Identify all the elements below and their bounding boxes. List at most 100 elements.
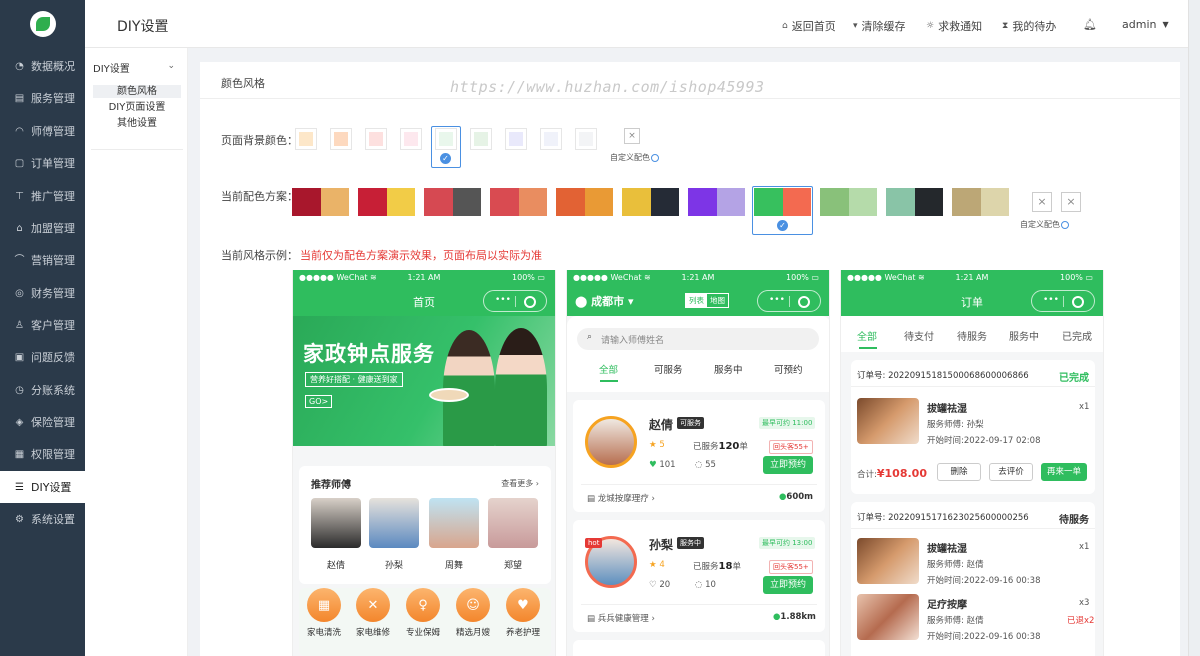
tab-in-service[interactable]: 服务中	[1009, 328, 1039, 343]
master-card[interactable]: hot 孙梨 服务中 最早可约 13:00 ★ 4 已服务18单 回头客55+ …	[573, 520, 825, 632]
color-scheme-option[interactable]	[688, 188, 745, 216]
sidebar-item-finance[interactable]: ◎ 财务管理	[0, 277, 85, 309]
tab-all[interactable]: 全部	[599, 362, 618, 376]
custom-scheme-label[interactable]: 自定义配色	[1020, 219, 1069, 230]
tab-available[interactable]: 可服务	[654, 362, 683, 376]
color-scheme-option[interactable]	[886, 188, 943, 216]
subnav-item-color-style[interactable]: 颜色风格	[93, 85, 181, 98]
washer-icon[interactable]: ▦	[307, 588, 341, 622]
master-avatar[interactable]	[369, 498, 419, 548]
mini-capsule[interactable]: •••	[483, 290, 547, 312]
order-card[interactable]: 订单号: 20220915171623025600000256 待服务 拔罐祛湿…	[851, 502, 1095, 656]
color-scheme-option[interactable]	[556, 188, 613, 216]
clear-cache-link[interactable]: ▾ 清除缓存	[853, 18, 906, 34]
master-avatar[interactable]	[488, 498, 538, 548]
custom-scheme-close-icon-1[interactable]: ×	[1032, 192, 1052, 212]
subnav-item-other[interactable]: 其他设置	[93, 117, 181, 130]
babysitter-icon[interactable]: ☺	[456, 588, 490, 622]
sidebar-item-split[interactable]: ◷ 分账系统	[0, 374, 85, 406]
tab-all[interactable]: 全部	[857, 328, 877, 343]
user-menu[interactable]: admin ▼	[1122, 18, 1169, 31]
banner-go-button[interactable]: GO>	[305, 395, 333, 408]
color-scheme-option[interactable]	[292, 188, 349, 216]
sidebar-item-masters[interactable]: ◠ 师傅管理	[0, 115, 85, 147]
rec-more-link[interactable]: 查看更多 ›	[501, 478, 539, 489]
sidebar-item-marketing[interactable]: ⌒ 营销管理	[0, 244, 85, 276]
bell-button[interactable]: 🔔︎	[1083, 18, 1101, 31]
bg-color-swatch[interactable]	[575, 128, 597, 150]
sidebar-item-data-overview[interactable]: ◔ 数据概况	[0, 50, 85, 82]
watermark: https://www.huzhan.com/ishop45993	[450, 78, 765, 96]
order-card[interactable]: 订单号: 20220915181500068600006866 已完成 拔罐祛湿…	[851, 360, 1095, 494]
elder-care-icon[interactable]: ♥	[506, 588, 540, 622]
toggle-map[interactable]: 地图	[707, 294, 728, 307]
mini-capsule[interactable]: •••	[757, 290, 821, 312]
review-button[interactable]: 去评价	[989, 463, 1033, 481]
reorder-button[interactable]: 再来一单	[1041, 463, 1087, 481]
bg-color-swatch[interactable]	[505, 128, 527, 150]
book-now-button[interactable]: 立即预约	[763, 576, 813, 594]
master-card[interactable]: 赵倩 可服务 最早可约 11:00 ★ 5 已服务120单 回头客55+ ♥ 1…	[573, 400, 825, 512]
color-scheme-option[interactable]	[952, 188, 1009, 216]
sidebar-item-insurance[interactable]: ◈ 保险管理	[0, 406, 85, 438]
bg-color-swatch[interactable]	[400, 128, 422, 150]
custom-bg-close-icon[interactable]: ×	[624, 128, 640, 144]
color-scheme-option[interactable]	[490, 188, 547, 216]
chevron-down-icon[interactable]: ⌄	[167, 61, 175, 71]
book-now-button[interactable]: 立即预约	[763, 456, 813, 474]
master-avatar[interactable]	[311, 498, 361, 548]
wrench-icon[interactable]: ✕	[356, 588, 390, 622]
more-icon[interactable]: •••	[1043, 295, 1059, 305]
bg-color-swatch[interactable]	[540, 128, 562, 150]
bg-color-swatch[interactable]	[470, 128, 492, 150]
close-circle-icon[interactable]	[524, 296, 536, 308]
sidebar-item-franchise[interactable]: ⌂ 加盟管理	[0, 212, 85, 244]
sidebar-item-system[interactable]: ⚙ 系统设置	[0, 503, 85, 535]
color-scheme-option[interactable]	[424, 188, 481, 216]
sidebar-item-orders[interactable]: ▢ 订单管理	[0, 147, 85, 179]
nanny-icon[interactable]: ♀	[406, 588, 440, 622]
shop-link[interactable]: ▤ 兵兵健康管理 ›	[587, 612, 655, 624]
sidebar-item-customers[interactable]: ♙ 客户管理	[0, 309, 85, 341]
shop-link[interactable]: ▤ 龙城按摩理疗 ›	[587, 492, 655, 504]
custom-scheme-radio[interactable]	[1061, 220, 1069, 229]
bg-color-swatch[interactable]	[365, 128, 387, 150]
subnav-item-diy-page[interactable]: DIY页面设置	[93, 101, 181, 114]
tab-bookable[interactable]: 可预约	[774, 362, 803, 376]
home-link[interactable]: ⌂ 返回首页	[782, 18, 836, 34]
bg-color-swatch[interactable]	[330, 128, 352, 150]
hero-banner[interactable]: 家政钟点服务 营养好搭配 · 健康送到家 GO>	[293, 316, 555, 446]
mini-capsule[interactable]: •••	[1031, 290, 1095, 312]
sidebar-item-feedback[interactable]: ▣ 问题反馈	[0, 341, 85, 373]
delete-button[interactable]: 删除	[937, 463, 981, 481]
tab-pending-payment[interactable]: 待支付	[904, 328, 934, 343]
sidebar-item-services[interactable]: ▤ 服务管理	[0, 82, 85, 114]
master-card[interactable]	[573, 640, 825, 656]
sidebar-item-promotion[interactable]: ⊤ 推广管理	[0, 180, 85, 212]
custom-bg-label[interactable]: 自定义配色	[610, 152, 659, 163]
close-circle-icon[interactable]	[798, 296, 810, 308]
custom-scheme-close-icon-2[interactable]: ×	[1061, 192, 1081, 212]
sidebar-item-permissions[interactable]: ▦ 权限管理	[0, 438, 85, 470]
sos-link[interactable]: ☼ 求救通知	[926, 18, 982, 34]
logo[interactable]	[0, 0, 85, 48]
list-map-toggle[interactable]: 列表 地图	[685, 293, 729, 308]
toggle-list[interactable]: 列表	[686, 294, 707, 307]
close-circle-icon[interactable]	[1072, 296, 1084, 308]
bg-color-swatch[interactable]	[295, 128, 317, 150]
tab-completed[interactable]: 已完成	[1062, 328, 1092, 343]
more-icon[interactable]: •••	[769, 295, 785, 305]
master-search-input[interactable]: ⌕ 请输入师傅姓名	[577, 328, 819, 350]
color-scheme-option[interactable]	[358, 188, 415, 216]
city-selector[interactable]: ⬤ 成都市 ▾	[575, 293, 634, 309]
tab-in-service[interactable]: 服务中	[714, 362, 743, 376]
more-icon[interactable]: •••	[495, 295, 511, 305]
tab-pending-service[interactable]: 待服务	[957, 328, 987, 343]
todo-link[interactable]: ⧗ 我的待办	[1002, 18, 1056, 34]
color-scheme-option[interactable]	[820, 188, 877, 216]
custom-bg-radio[interactable]	[651, 153, 659, 162]
sidebar-item-diy[interactable]: ☰ DIY设置	[0, 471, 85, 503]
scrollbar[interactable]	[1188, 0, 1200, 656]
master-avatar[interactable]	[429, 498, 479, 548]
color-scheme-option[interactable]	[622, 188, 679, 216]
